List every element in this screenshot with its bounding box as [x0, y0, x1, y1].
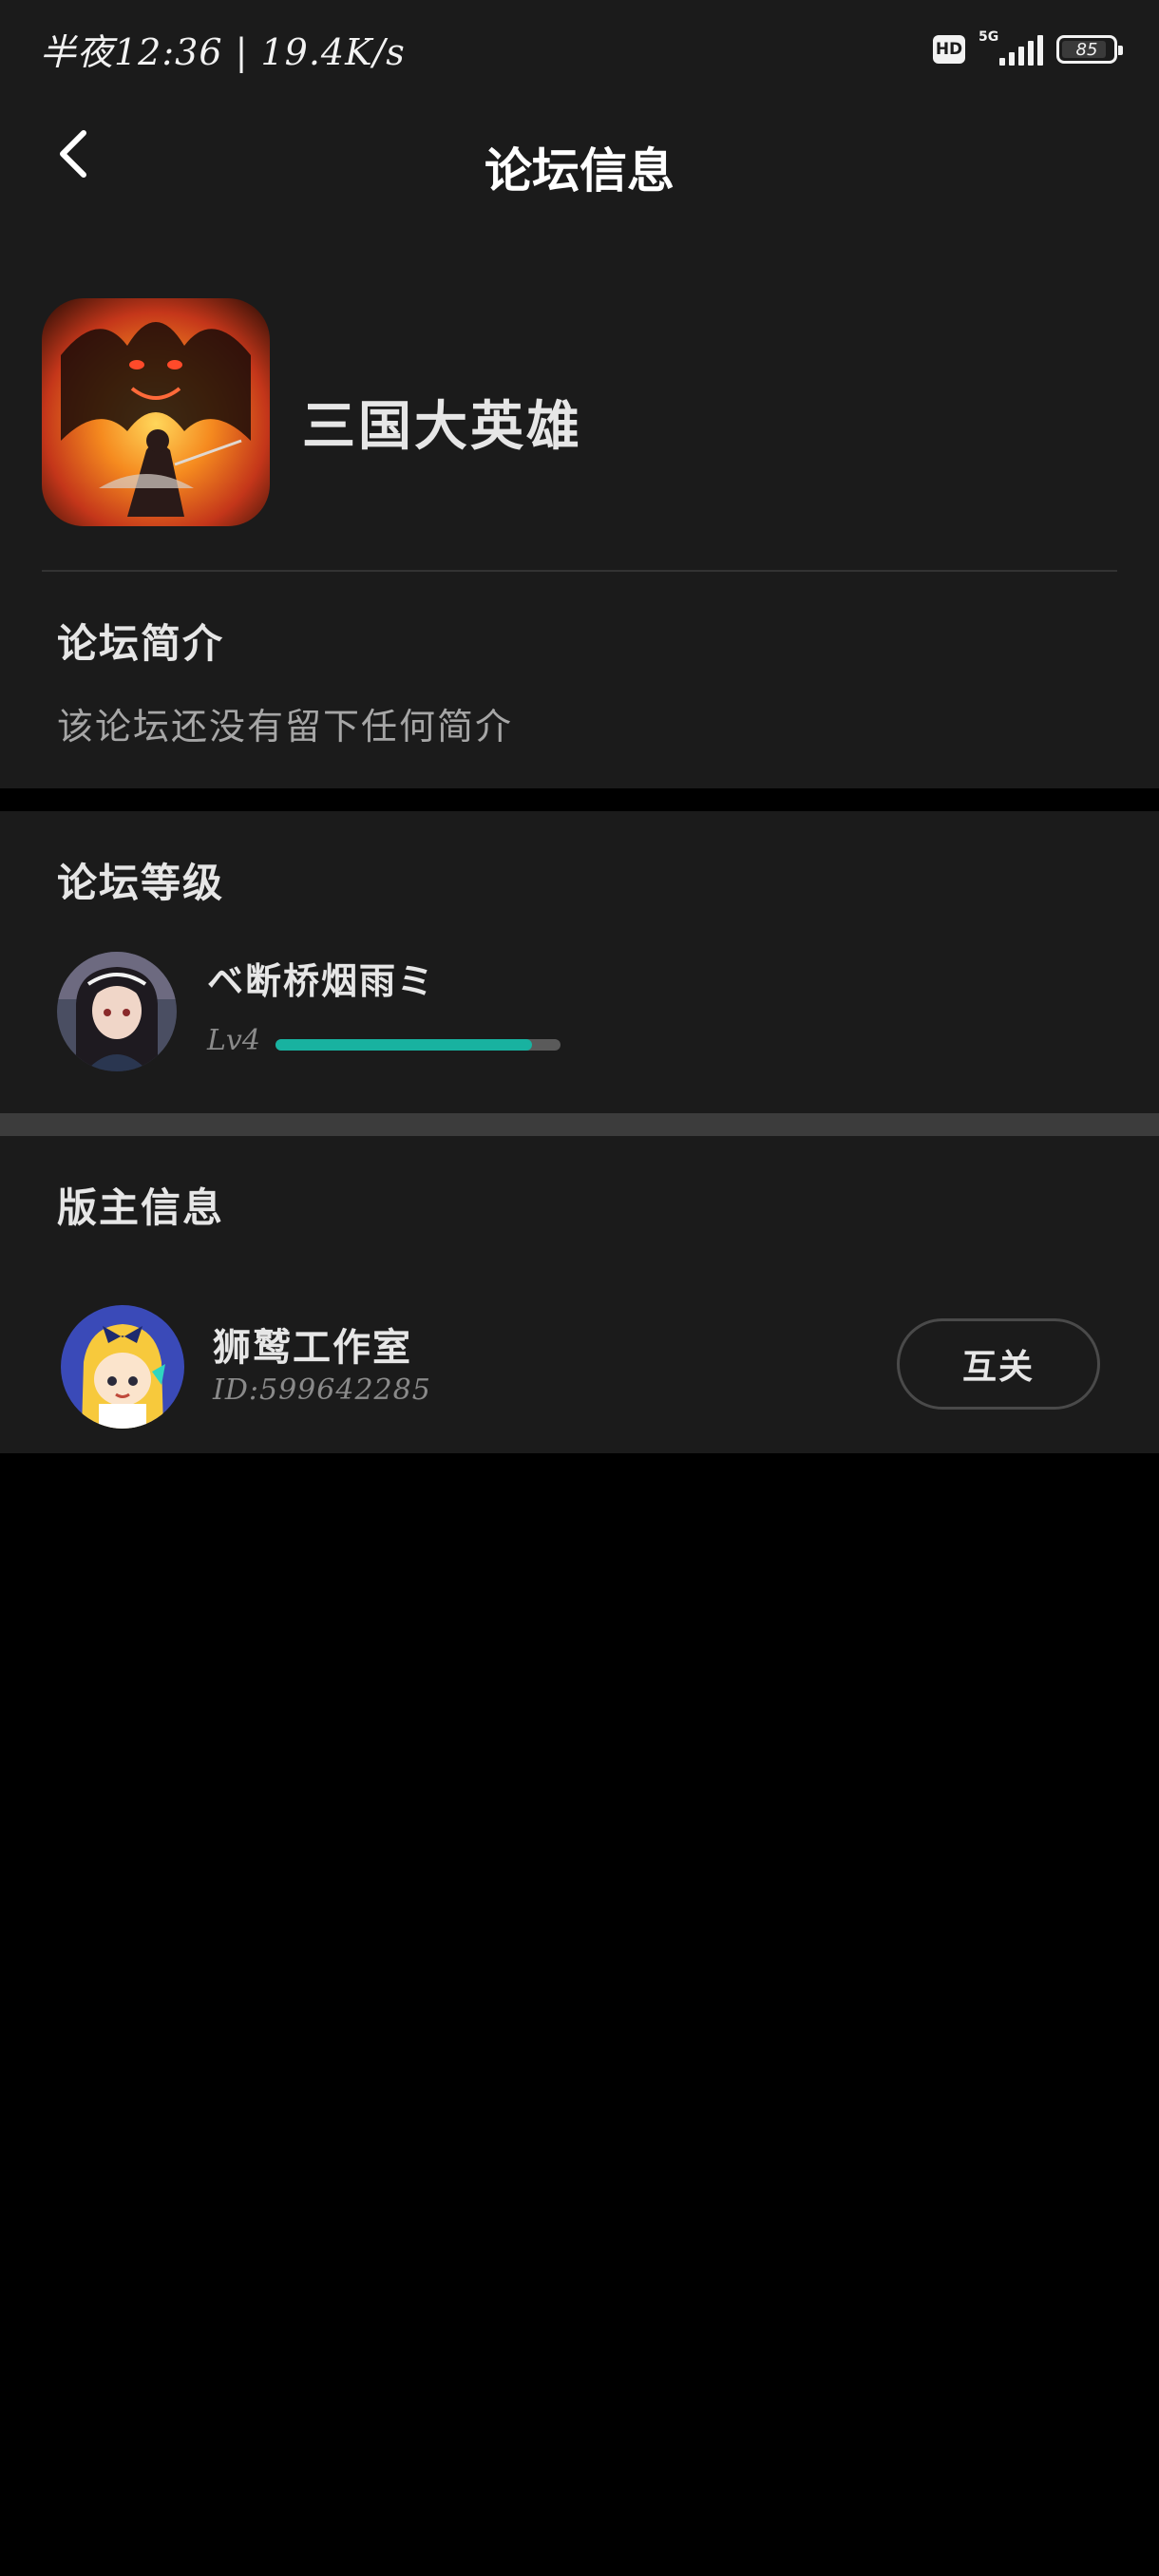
forum-icon: [42, 298, 270, 526]
hd-icon: HD: [933, 35, 965, 64]
battery-icon: 85: [1056, 35, 1123, 64]
forum-intro-text: 该论坛还没有留下任何简介: [57, 706, 514, 748]
forum-info-card: 三国大英雄 论坛简介 该论坛还没有留下任何简介: [0, 232, 1159, 788]
page-title: 论坛信息: [484, 143, 674, 199]
forum-intro-title: 论坛简介: [57, 620, 225, 667]
status-bar: 半夜12:36 | 19.4K/s HD 5G 85: [0, 0, 1159, 99]
moderator-name[interactable]: 狮鹫工作室: [213, 1316, 412, 1372]
avatar[interactable]: [57, 952, 177, 1071]
level-section-title: 论坛等级: [57, 860, 225, 906]
forum-level-card: 论坛等级 ベ断桥烟雨ミ Lv4: [0, 811, 1159, 1113]
forum-name: 三国大英雄: [302, 396, 582, 458]
level-user-name[interactable]: ベ断桥烟雨ミ: [207, 952, 435, 1004]
level-label: Lv4: [207, 1024, 260, 1057]
moderator-avatar[interactable]: [61, 1305, 184, 1429]
moderator-id: ID:599642285: [213, 1373, 431, 1407]
signal-icon: 5G: [978, 29, 1043, 66]
section-divider: [0, 1113, 1159, 1136]
divider: [42, 570, 1117, 572]
header: 论坛信息: [0, 99, 1159, 232]
level-progress-bar: [276, 1039, 560, 1051]
level-progress-fill: [276, 1039, 532, 1051]
moderator-card: 版主信息 狮鹫工作室 ID:599642285 互关: [0, 1136, 1159, 1453]
moderator-section-title: 版主信息: [57, 1184, 225, 1231]
network-label: 5G: [978, 29, 999, 45]
status-icons: HD 5G 85: [933, 28, 1123, 70]
status-time: 半夜12:36 | 19.4K/s: [40, 31, 406, 73]
battery-level-text: 85: [1075, 39, 1098, 60]
follow-button[interactable]: 互关: [897, 1318, 1100, 1410]
